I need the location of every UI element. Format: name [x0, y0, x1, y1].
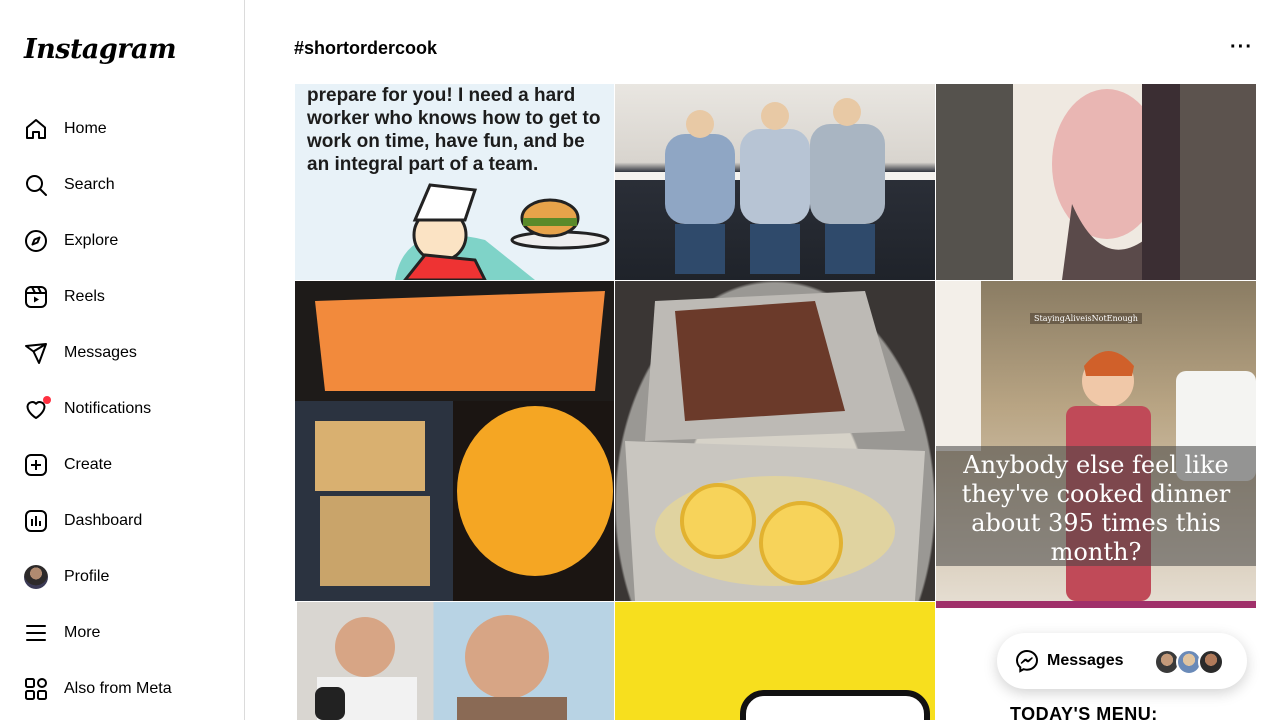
- sidebar-item-home[interactable]: Home: [12, 105, 232, 153]
- sidebar-item-dashboard[interactable]: Dashboard: [12, 497, 232, 545]
- avatar: [24, 565, 48, 589]
- post-tile[interactable]: [615, 84, 935, 280]
- foil-dinner-photo: [625, 291, 925, 601]
- sidebar-item-create[interactable]: Create: [12, 441, 232, 489]
- page-title: #shortordercook: [294, 38, 438, 58]
- message-avatars: [1154, 649, 1224, 675]
- bearded-man-portrait: [1052, 84, 1180, 280]
- post-tile[interactable]: [615, 281, 935, 601]
- sidebar: Instagram Home Search Explore Reels Mess…: [0, 0, 245, 720]
- sidebar-item-label: Also from Meta: [64, 680, 172, 697]
- sidebar-item-label: Home: [64, 120, 107, 137]
- messenger-icon: [24, 341, 48, 365]
- post-tile[interactable]: [936, 84, 1256, 280]
- messages-popup-button[interactable]: Messages: [997, 633, 1247, 689]
- plus-square-icon: [24, 453, 48, 477]
- sidebar-item-explore[interactable]: Explore: [12, 217, 232, 265]
- kids-at-counter-photo: [615, 98, 935, 274]
- heart-icon: [24, 396, 51, 421]
- sidebar-item-label: Create: [64, 456, 113, 473]
- instagram-logo[interactable]: Instagram: [24, 34, 177, 65]
- sidebar-item-messages[interactable]: Messages: [12, 329, 232, 377]
- sidebar-item-more[interactable]: More: [12, 609, 232, 657]
- home-icon: [24, 117, 48, 141]
- hamburger-icon: [24, 621, 48, 645]
- more-options-button[interactable]: ···: [1230, 36, 1253, 59]
- avatar: [1198, 649, 1224, 675]
- search-icon: [24, 173, 48, 197]
- dashboard-icon: [24, 509, 48, 533]
- post-text: prepare for you! I need a hard worker wh…: [307, 85, 601, 175]
- post-tile[interactable]: [295, 281, 614, 601]
- sidebar-item-label: More: [64, 624, 101, 641]
- post-tile[interactable]: [297, 602, 614, 720]
- compass-icon: [24, 229, 48, 253]
- sidebar-item-search[interactable]: Search: [12, 161, 232, 209]
- notification-dot: [43, 396, 51, 404]
- sidebar-item-label: Reels: [64, 288, 105, 305]
- messenger-icon: [1015, 649, 1039, 673]
- meta-apps-icon: [24, 677, 48, 701]
- post-tile[interactable]: prepare for you! I need a hard worker wh…: [295, 84, 614, 280]
- sidebar-item-notifications[interactable]: Notifications: [12, 385, 232, 433]
- sidebar-item-profile[interactable]: Profile: [12, 553, 232, 601]
- sidebar-item-label: Messages: [64, 344, 137, 361]
- sidebar-item-label: Notifications: [64, 400, 152, 417]
- messages-popup-label: Messages: [1047, 652, 1124, 669]
- reels-icon: [24, 285, 48, 309]
- cooked-fish-photo: [295, 281, 614, 601]
- sidebar-item-label: Dashboard: [64, 512, 143, 529]
- sidebar-item-also-from-meta[interactable]: Also from Meta: [12, 665, 232, 713]
- chef-portraits-photo: [315, 615, 567, 720]
- sidebar-item-label: Profile: [64, 568, 110, 585]
- chef-illustration: [395, 183, 610, 280]
- post-tag: StayingAliveisNotEnough: [1030, 313, 1142, 324]
- sidebar-item-reels[interactable]: Reels: [12, 273, 232, 321]
- post-tile[interactable]: StayingAliveisNotEnough Anybody else fee…: [936, 281, 1256, 601]
- sidebar-item-label: Search: [64, 176, 115, 193]
- post-caption: Anybody else feel like they've cooked di…: [961, 451, 1231, 566]
- sidebar-item-label: Explore: [64, 232, 119, 249]
- post-text: TODAY'S MENU:: [1010, 704, 1158, 720]
- graphic-shape: [740, 690, 930, 720]
- post-tile[interactable]: [615, 602, 935, 720]
